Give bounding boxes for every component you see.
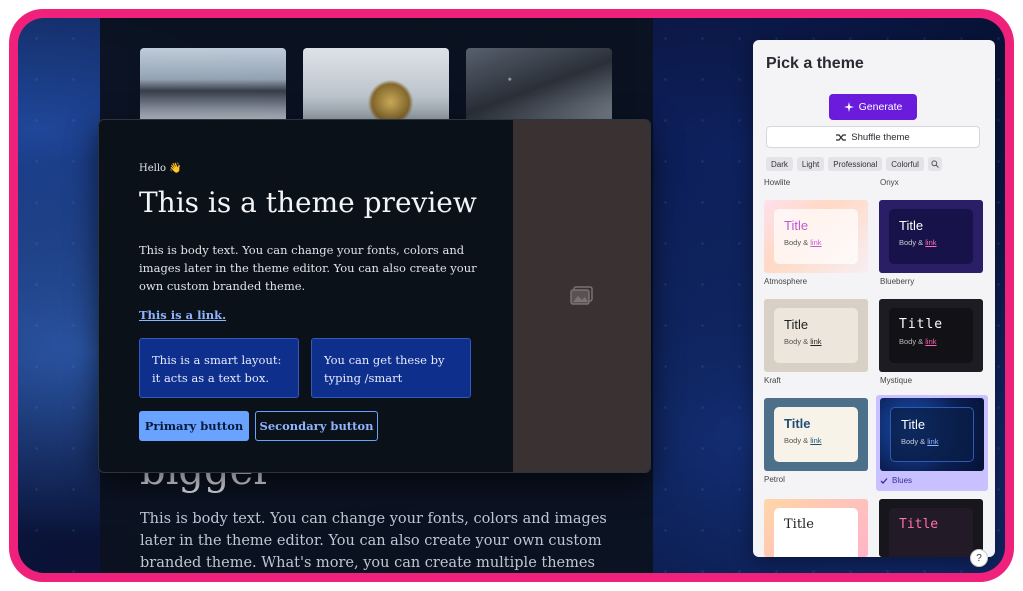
document-body: This is body text. You can change your f… [140, 511, 607, 571]
stars-thumbnail [466, 48, 612, 126]
theme-sample-body: Body & link [784, 337, 822, 346]
theme-sample-body: Body & link [784, 436, 822, 445]
smart-layout-box: This is a smart layout: it acts as a tex… [139, 338, 299, 398]
theme-name: Onyx [880, 178, 899, 187]
theme-sample-title: Title [899, 517, 939, 532]
theme-name: Atmosphere [764, 277, 808, 286]
preview-body: This is body text. You can change your f… [139, 243, 477, 293]
theme-card-blueberry[interactable]: Title Body & link [879, 200, 983, 273]
theme-sample-title: Title [784, 317, 809, 332]
theme-card-kraft[interactable]: Title Body & link [764, 299, 868, 372]
theme-sample: Title Body & link [890, 407, 974, 462]
selected-theme-label: Blues [880, 476, 912, 485]
filter-light[interactable]: Light [796, 157, 825, 171]
generate-label: Generate [858, 101, 903, 113]
image-placeholder-icon [569, 286, 593, 305]
panel-title: Pick a theme [766, 55, 864, 72]
mountain-thumbnail [140, 48, 286, 126]
theme-card-atmosphere[interactable]: Title Body & link [764, 200, 868, 273]
check-icon [880, 477, 888, 484]
secondary-button[interactable]: Secondary button [255, 411, 378, 441]
theme-sample-body: Body & link [899, 337, 937, 346]
theme-picker-panel: Pick a theme Generate Shuffle theme Dark… [753, 40, 995, 557]
theme-sample: Title Body & link [774, 407, 858, 462]
search-icon [931, 160, 939, 168]
sparkle-icon [843, 102, 854, 112]
theme-sample-title: Title [784, 416, 811, 431]
theme-sample-body: Body & link [901, 437, 939, 446]
theme-filters: Dark Light Professional Colorful [766, 157, 942, 171]
theme-card[interactable]: Title [879, 499, 983, 557]
help-button[interactable]: ? [970, 549, 988, 567]
theme-sample-title: Title [899, 317, 944, 332]
filter-search-button[interactable] [927, 157, 942, 171]
theme-name: Petrol [764, 475, 785, 484]
theme-name: Mystique [880, 376, 913, 385]
theme-sample: Title [774, 508, 858, 557]
theme-card[interactable]: Title [764, 499, 868, 557]
theme-name: Kraft [764, 376, 781, 385]
theme-name: Blueberry [880, 277, 915, 286]
primary-button[interactable]: Primary button [139, 411, 249, 441]
preview-content: Hello 👋 This is a theme preview This is … [99, 120, 513, 472]
preview-hello: Hello 👋 [139, 163, 182, 174]
smart-layout-box: You can get these by typing /smart [311, 338, 471, 398]
app-screen: bigger This is body text. You can change… [18, 18, 1005, 573]
theme-sample-body: Body & link [899, 238, 937, 247]
preview-title: This is a theme preview [139, 186, 477, 219]
theme-sample: Title Body & link [889, 308, 973, 363]
theme-sample: Title [889, 508, 973, 557]
theme-sample-title: Title [899, 218, 924, 233]
theme-sample-title: Title [784, 517, 814, 532]
shuffle-icon [836, 133, 847, 141]
theme-card-blues[interactable]: Title Body & link [880, 398, 984, 471]
theme-name: Blues [892, 476, 913, 485]
theme-preview-card: Hello 👋 This is a theme preview This is … [98, 119, 651, 473]
device-frame: bigger This is body text. You can change… [9, 9, 1014, 582]
shuffle-theme-button[interactable]: Shuffle theme [766, 126, 980, 148]
theme-name: Howlite [764, 178, 791, 187]
filter-colorful[interactable]: Colorful [886, 157, 924, 171]
theme-sample: Title Body & link [774, 308, 858, 363]
shuffle-label: Shuffle theme [851, 131, 910, 143]
theme-sample: Title Body & link [889, 209, 973, 264]
filter-dark[interactable]: Dark [766, 157, 793, 171]
preview-link[interactable]: This is a link. [139, 308, 226, 322]
theme-card-mystique[interactable]: Title Body & link [879, 299, 983, 372]
theme-sample-title: Title [901, 417, 926, 432]
theme-sample-title: Title [784, 218, 809, 233]
preview-image-area [513, 120, 650, 472]
generate-button[interactable]: Generate [829, 94, 917, 120]
astronaut-thumbnail [303, 48, 449, 126]
theme-sample: Title Body & link [774, 209, 858, 264]
theme-card-petrol[interactable]: Title Body & link [764, 398, 868, 471]
theme-sample-body: Body & link [784, 238, 822, 247]
filter-professional[interactable]: Professional [828, 157, 883, 171]
